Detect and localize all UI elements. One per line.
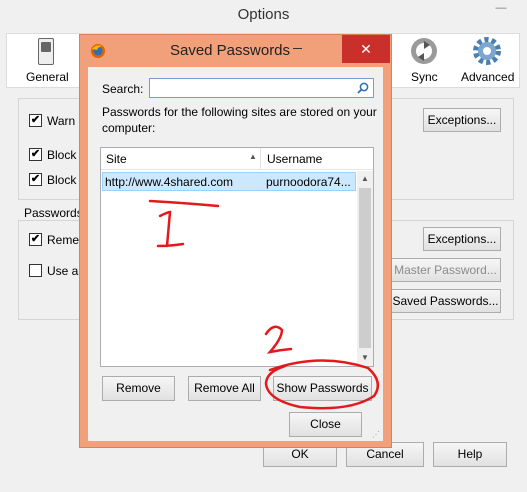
block2-label: Block [47, 173, 77, 187]
sort-ascending-icon: ▲ [249, 152, 257, 161]
minimize-button[interactable]: — [488, 2, 514, 22]
dialog-minimize-button[interactable] [293, 48, 302, 49]
close-button[interactable]: Close [289, 412, 362, 437]
passwords-group-label: Passwords [24, 206, 83, 220]
toolbar-general[interactable]: General [18, 36, 78, 86]
remove-all-label: Remove All [194, 381, 255, 395]
toolbar-advanced[interactable]: Advanced [458, 36, 518, 86]
list-header: Site ▲ Username [101, 148, 373, 170]
search-field[interactable] [149, 78, 374, 98]
search-label-text: Search: [102, 82, 144, 96]
sync-icon [411, 38, 437, 64]
toolbar-advanced-label: Advanced [461, 70, 515, 84]
search-icon [357, 82, 369, 94]
remove-label: Remove [116, 381, 161, 395]
scroll-thumb[interactable] [359, 188, 371, 348]
list-scrollbar[interactable]: ▲ ▼ [357, 171, 373, 366]
saved-passwords-dialog: Saved Passwords ✕ Search: Passwords for … [79, 34, 392, 448]
scroll-down-arrow[interactable]: ▼ [357, 350, 373, 366]
dialog-body: Search: Passwords for the following site… [88, 67, 383, 441]
gear-icon [473, 37, 501, 65]
scroll-up-arrow[interactable]: ▲ [357, 171, 373, 187]
dialog-title: Saved Passwords [169, 42, 291, 59]
show-passwords-button[interactable]: Show Passwords [273, 376, 372, 401]
remove-all-button[interactable]: Remove All [188, 376, 261, 401]
warn-label: Warn [47, 114, 76, 128]
row-username: purnoodora74... [266, 175, 351, 189]
column-header-username[interactable]: Username [262, 148, 373, 170]
saved-passwords-button[interactable]: Saved Passwords... [390, 289, 501, 313]
window-title: Options [237, 6, 290, 23]
switch-icon [38, 38, 54, 65]
password-list[interactable]: Site ▲ Username http://www.4shared.com p… [100, 147, 374, 367]
column-header-site[interactable]: Site ▲ [101, 148, 261, 170]
resize-grip-icon[interactable]: ⋰ [372, 430, 382, 440]
exceptions-button-1[interactable]: Exceptions... [423, 108, 501, 132]
use-master-checkbox[interactable] [29, 264, 42, 277]
close-label: Close [310, 417, 341, 431]
block2-checkbox[interactable]: ✔ [29, 173, 42, 186]
help-button[interactable]: Help [433, 442, 507, 467]
exceptions-button-2[interactable]: Exceptions... [423, 227, 501, 251]
master-password-button[interactable]: Master Password... [390, 258, 501, 282]
show-passwords-label: Show Passwords [276, 381, 369, 395]
toolbar-sync[interactable]: Sync [404, 36, 444, 86]
block1-checkbox[interactable]: ✔ [29, 148, 42, 161]
toolbar-general-label: General [26, 70, 69, 84]
toolbar-sync-label: Sync [411, 70, 438, 84]
dialog-close-button[interactable]: ✕ [342, 35, 390, 63]
description-text: Passwords for the following sites are st… [102, 105, 377, 135]
column-username-label: Username [267, 152, 323, 166]
remember-checkbox[interactable]: ✔ [29, 233, 42, 246]
block1-label: Block [47, 148, 77, 162]
search-label: Search: [102, 82, 143, 96]
row-site: http://www.4shared.com [105, 175, 234, 189]
options-titlebar: Options — [0, 0, 527, 32]
remove-button[interactable]: Remove [102, 376, 175, 401]
firefox-icon [91, 44, 105, 58]
column-site-label: Site [106, 152, 127, 166]
table-row[interactable]: http://www.4shared.com purnoodora74... [102, 172, 356, 191]
use-master-label: Use a [47, 264, 79, 278]
warn-checkbox[interactable]: ✔ [29, 114, 42, 127]
